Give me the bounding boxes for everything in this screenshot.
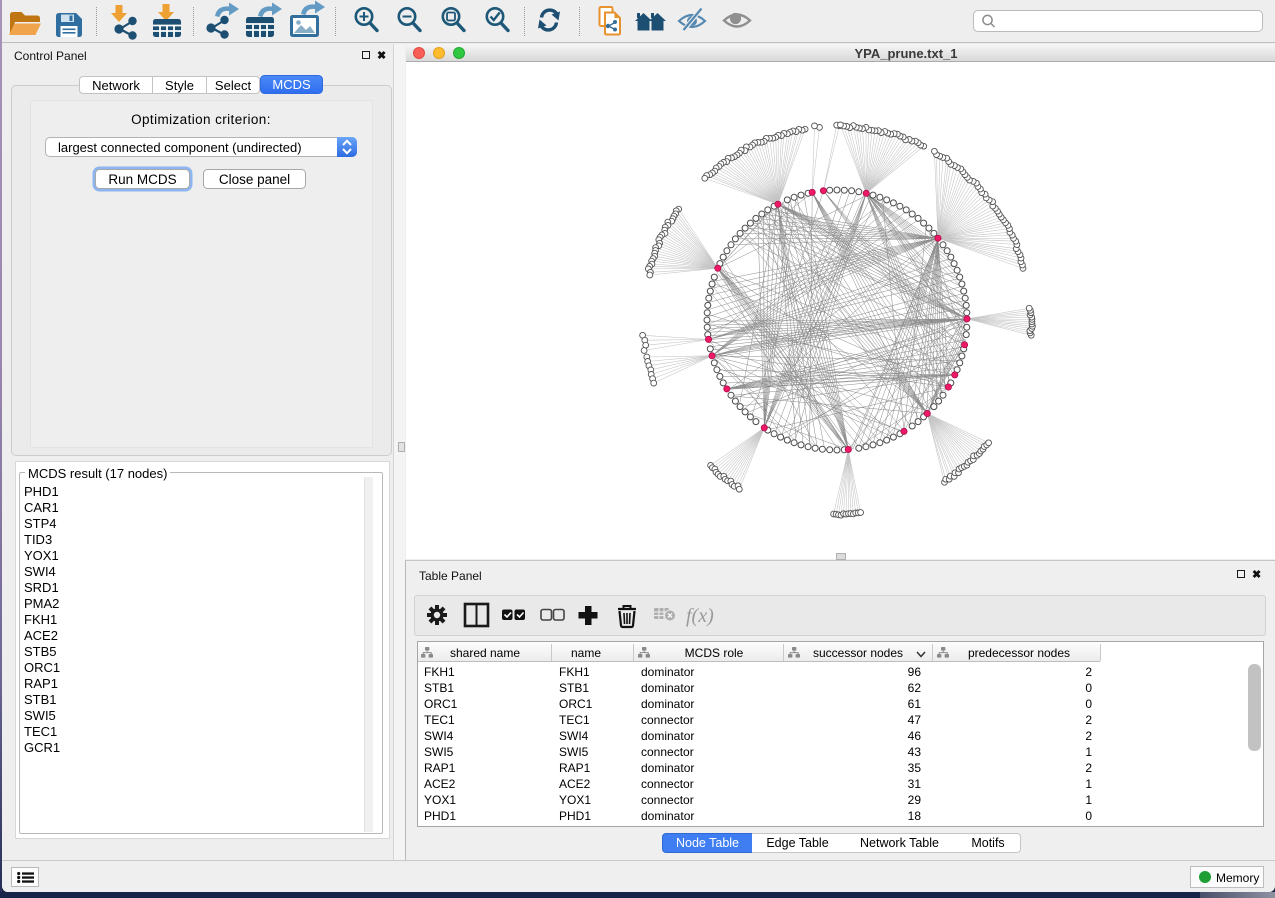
- svg-text:f(x): f(x): [686, 605, 714, 627]
